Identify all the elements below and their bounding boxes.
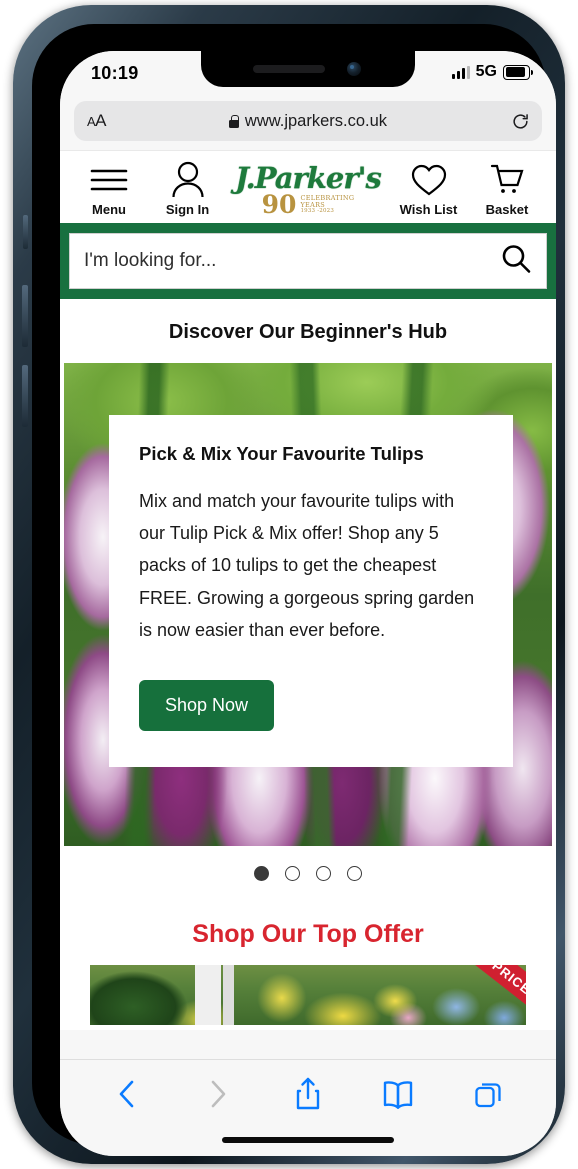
hero-card-body: Mix and match your favourite tulips with… xyxy=(139,491,475,640)
status-indicators: 5G xyxy=(451,63,533,81)
silent-switch[interactable] xyxy=(23,215,28,249)
carousel-pagination xyxy=(60,846,556,881)
beginners-hub-title: Discover Our Beginner's Hub xyxy=(60,299,556,363)
search-icon[interactable] xyxy=(500,243,532,280)
nav-wishlist-button[interactable]: Wish List xyxy=(396,160,462,217)
nav-basket-button[interactable]: Basket xyxy=(474,160,540,217)
phone-screen: 10:19 5G AA www.jparkers.co.uk Menu Sign… xyxy=(60,51,556,1156)
network-type-label: 5G xyxy=(475,63,497,80)
home-indicator xyxy=(222,1137,394,1143)
hero-promo-card: Pick & Mix Your Favourite Tulips Mix and… xyxy=(109,415,513,768)
logo-wordmark: J.Parker's xyxy=(235,161,382,196)
carousel-dot-1[interactable] xyxy=(254,866,269,881)
nav-basket-label: Basket xyxy=(485,202,529,217)
forward-icon xyxy=(195,1074,241,1114)
text-size-button[interactable]: AA xyxy=(87,111,107,131)
hero-card-title: Pick & Mix Your Favourite Tulips xyxy=(139,443,424,464)
shop-now-button[interactable]: Shop Now xyxy=(139,680,275,732)
front-camera-icon xyxy=(347,62,361,76)
search-placeholder: I'm looking for... xyxy=(84,250,217,271)
top-offer-title: Shop Our Top Offer xyxy=(60,881,556,965)
site-logo[interactable]: J.Parker's 90 CELEBRATING YEARS 1933 -20… xyxy=(233,161,383,217)
half-price-ribbon-badge: HALF PRICE xyxy=(435,965,526,1015)
browser-bottom-toolbar xyxy=(60,1059,556,1156)
bookmarks-icon[interactable] xyxy=(375,1074,421,1114)
screenshot-stage: 10:19 5G AA www.jparkers.co.uk Menu Sign… xyxy=(0,0,578,1169)
browser-url-bar-area: AA www.jparkers.co.uk xyxy=(60,97,556,150)
offer-image-gap-right xyxy=(222,965,234,1025)
phone-frame: 10:19 5G AA www.jparkers.co.uk Menu Sign… xyxy=(13,5,565,1164)
carousel-dot-2[interactable] xyxy=(285,866,300,881)
phone-bezel: 10:19 5G AA www.jparkers.co.uk Menu Sign… xyxy=(32,24,556,1156)
volume-up-button[interactable] xyxy=(22,285,28,347)
display-notch xyxy=(201,51,415,87)
offer-image-gap-left xyxy=(194,965,221,1025)
reload-icon[interactable] xyxy=(511,112,530,131)
back-icon[interactable] xyxy=(104,1074,150,1114)
volume-down-button[interactable] xyxy=(22,365,28,427)
nav-menu-label: Menu xyxy=(92,202,126,217)
logo-anniversary-badge: 90 CELEBRATING YEARS 1933 -2023 xyxy=(262,192,355,217)
cellular-signal-icon xyxy=(451,65,470,79)
tabs-icon[interactable] xyxy=(466,1074,512,1114)
carousel-dot-4[interactable] xyxy=(347,866,362,881)
shopping-cart-icon xyxy=(489,160,525,200)
user-icon xyxy=(171,160,205,200)
site-header-nav: Menu Sign In J.Parker's 90 CELEBRATING Y… xyxy=(60,150,556,223)
lock-icon xyxy=(228,114,239,128)
url-display[interactable]: www.jparkers.co.uk xyxy=(228,111,388,131)
url-text: www.jparkers.co.uk xyxy=(244,111,388,130)
nav-wishlist-label: Wish List xyxy=(399,202,458,217)
logo-line-dates: 1933 -2023 xyxy=(300,207,335,214)
web-page-content: Menu Sign In J.Parker's 90 CELEBRATING Y… xyxy=(60,150,556,1030)
search-band: I'm looking for... xyxy=(60,223,556,299)
logo-anniversary-text: CELEBRATING YEARS 1933 -2023 xyxy=(300,194,354,215)
status-time: 10:19 xyxy=(91,63,139,83)
url-bar[interactable]: AA www.jparkers.co.uk xyxy=(74,101,542,141)
earpiece-speaker-icon xyxy=(253,65,325,73)
nav-menu-button[interactable]: Menu xyxy=(76,160,142,217)
carousel-dot-3[interactable] xyxy=(316,866,331,881)
heart-icon xyxy=(410,160,448,200)
logo-anniversary-number: 90 xyxy=(261,190,297,219)
top-offer-image[interactable]: HALF PRICE xyxy=(90,965,526,1025)
hamburger-icon xyxy=(90,160,128,200)
nav-signin-button[interactable]: Sign In xyxy=(155,160,221,217)
hero-carousel-slide[interactable]: Pick & Mix Your Favourite Tulips Mix and… xyxy=(64,363,552,846)
search-input[interactable]: I'm looking for... xyxy=(69,233,547,289)
battery-icon xyxy=(503,64,533,80)
share-icon[interactable] xyxy=(285,1074,331,1114)
nav-signin-label: Sign In xyxy=(165,202,210,217)
